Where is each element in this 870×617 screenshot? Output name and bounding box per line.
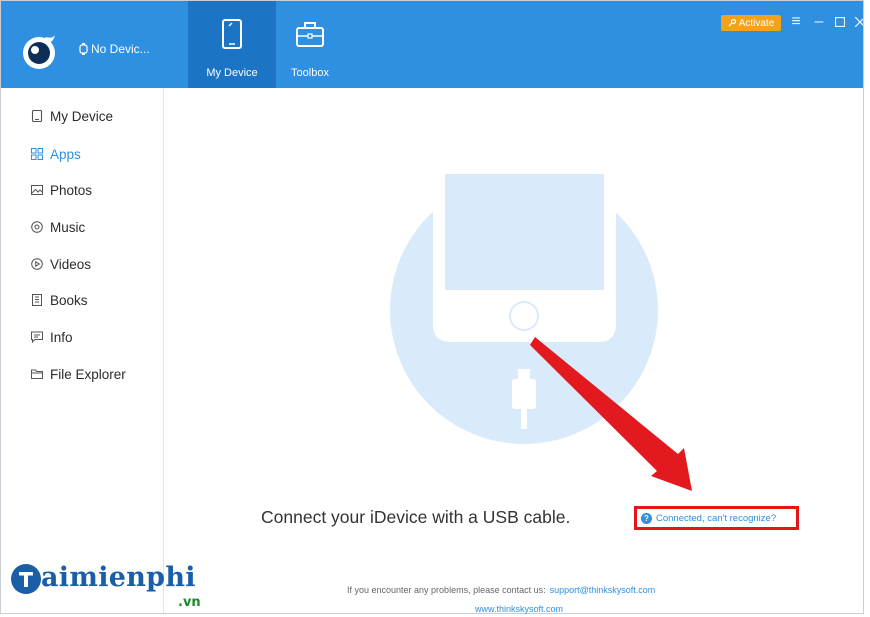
sidebar-item-label: Books	[50, 292, 88, 308]
device-name-label: No Devic...	[91, 42, 150, 56]
watermark-logo: aimienphi .vn	[10, 557, 220, 617]
sidebar-item-label: Videos	[50, 256, 92, 272]
menu-icon[interactable]: ≡	[787, 13, 805, 31]
music-icon	[31, 221, 43, 233]
contact-text: If you encounter any problems, please co…	[347, 585, 546, 595]
contact-line: If you encounter any problems, please co…	[347, 585, 655, 595]
tab-my-device[interactable]: My Device	[188, 1, 276, 88]
close-icon[interactable]	[851, 13, 863, 31]
brand-area: No Devic...	[1, 1, 177, 88]
tablet-icon	[222, 19, 242, 49]
sidebar-item-label: Apps	[50, 146, 81, 162]
sidebar-item-label: Info	[50, 329, 73, 345]
watermark-t-icon	[11, 564, 41, 594]
sidebar-item-photos[interactable]: Photos	[31, 179, 92, 201]
photo-icon	[31, 185, 43, 195]
minimize-icon[interactable]: –	[810, 13, 828, 31]
sidebar-item-apps[interactable]: Apps	[31, 143, 81, 165]
maximize-icon[interactable]	[831, 13, 849, 31]
sidebar-item-label: Photos	[50, 182, 93, 198]
main-panel: Connect your iDevice with a USB cable. ?…	[164, 88, 863, 613]
key-icon	[728, 19, 736, 27]
tab-toolbox-label: Toolbox	[291, 67, 329, 79]
question-icon: ?	[641, 512, 652, 524]
watermark-suffix: .vn	[178, 595, 201, 610]
activate-label: Activate	[738, 17, 775, 29]
contact-email-link[interactable]: support@thinkskysoft.com	[550, 585, 656, 595]
top-bar: No Devic... My Device Toolbox Activate ≡…	[1, 1, 863, 88]
cant-recognize-label: Connected, can't recognize?	[656, 512, 777, 524]
sidebar-item-file-explorer[interactable]: File Explorer	[31, 363, 126, 385]
cant-recognize-link[interactable]: ? Connected, can't recognize?	[634, 506, 799, 530]
sidebar-item-label: File Explorer	[50, 366, 126, 382]
watermark-text: aimienphi	[41, 562, 196, 593]
app-window: No Devic... My Device Toolbox Activate ≡…	[0, 0, 864, 614]
sidebar-item-music[interactable]: Music	[31, 216, 85, 238]
website-link[interactable]: www.thinkskysoft.com	[475, 604, 563, 614]
video-icon	[31, 258, 43, 270]
tab-my-device-label: My Device	[206, 67, 258, 79]
device-icon	[31, 110, 43, 122]
book-icon	[32, 294, 42, 306]
sidebar: My Device Apps Photos Music Videos Books…	[9, 88, 164, 613]
message-icon	[31, 331, 43, 343]
toolbox-icon	[296, 22, 324, 47]
activate-button[interactable]: Activate	[721, 15, 781, 31]
sidebar-item-my-device[interactable]: My Device	[31, 105, 113, 127]
connect-message: Connect your iDevice with a USB cable.	[261, 507, 571, 527]
sidebar-item-label: Music	[50, 219, 86, 235]
folder-icon	[31, 369, 43, 379]
sidebar-item-label: My Device	[50, 108, 114, 124]
tab-toolbox[interactable]: Toolbox	[266, 1, 354, 88]
device-name[interactable]: No Devic...	[79, 42, 150, 56]
sidebar-item-info[interactable]: Info	[31, 326, 73, 348]
sidebar-item-videos[interactable]: Videos	[31, 253, 91, 275]
sidebar-item-books[interactable]: Books	[31, 289, 88, 311]
device-status-icon	[79, 43, 88, 55]
app-logo-icon	[23, 35, 55, 69]
apps-grid-icon	[31, 148, 43, 160]
usb-connect-illustration	[390, 174, 658, 444]
